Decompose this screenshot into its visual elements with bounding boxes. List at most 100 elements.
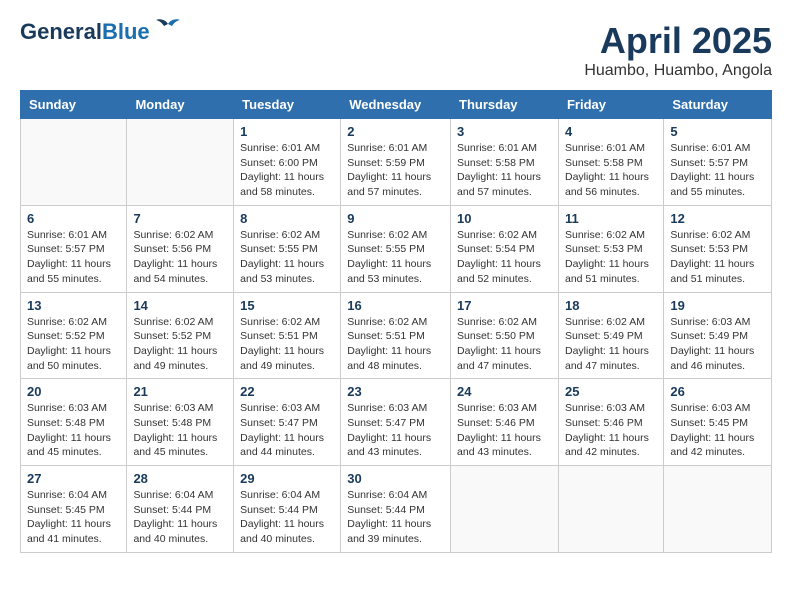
day-number: 12 (670, 211, 765, 226)
calendar-day-cell: 8Sunrise: 6:02 AMSunset: 5:55 PMDaylight… (234, 205, 341, 292)
calendar-day-cell: 26 Sunrise: 6:03 AMSunset: 5:45 PMDayligh… (664, 379, 772, 466)
day-number: 6 (27, 211, 120, 226)
day-number: 2 (347, 124, 444, 139)
day-info: Sunrise: 6:03 AMSunset: 5:47 PMDaylight:… (240, 401, 334, 460)
calendar-week-row: 27Sunrise: 6:04 AMSunset: 5:45 PMDayligh… (21, 466, 772, 553)
day-info: Sunrise: 6:03 AMSunset: 5:48 PMDaylight:… (27, 401, 120, 460)
day-info: Sunrise: 6:02 AMSunset: 5:54 PMDaylight:… (457, 228, 552, 287)
calendar-day-cell: 28Sunrise: 6:04 AMSunset: 5:44 PMDayligh… (127, 466, 234, 553)
day-info: Sunrise: 6:02 AMSunset: 5:55 PMDaylight:… (240, 228, 334, 287)
day-info: Sunrise: 6:02 AMSunset: 5:49 PMDaylight:… (565, 315, 657, 374)
calendar-day-cell: 30Sunrise: 6:04 AMSunset: 5:44 PMDayligh… (341, 466, 451, 553)
day-number: 25 (565, 384, 657, 399)
day-number: 13 (27, 298, 120, 313)
calendar-day-cell: 24 Sunrise: 6:03 AMSunset: 5:46 PMDayligh… (451, 379, 559, 466)
page-header: GeneralBlue April 2025 Huambo, Huambo, A… (20, 20, 772, 80)
day-number: 19 (670, 298, 765, 313)
day-info: Sunrise: 6:02 AMSunset: 5:52 PMDaylight:… (27, 315, 120, 374)
day-number: 24 (457, 384, 552, 399)
calendar-week-row: 6 Sunrise: 6:01 AMSunset: 5:57 PMDaylight… (21, 205, 772, 292)
calendar-day-cell: 13 Sunrise: 6:02 AMSunset: 5:52 PMDayligh… (21, 292, 127, 379)
day-info: Sunrise: 6:02 AMSunset: 5:56 PMDaylight:… (133, 228, 227, 287)
day-number: 10 (457, 211, 552, 226)
day-info: Sunrise: 6:02 AMSunset: 5:51 PMDaylight:… (240, 315, 334, 374)
calendar-day-cell (558, 466, 663, 553)
day-number: 4 (565, 124, 657, 139)
location: Huambo, Huambo, Angola (584, 62, 772, 80)
day-info: Sunrise: 6:01 AMSunset: 5:57 PMDaylight:… (27, 228, 120, 287)
calendar-day-cell: 12 Sunrise: 6:02 AMSunset: 5:53 PMDayligh… (664, 205, 772, 292)
month-year: April 2025 (584, 20, 772, 62)
calendar-day-cell (21, 119, 127, 206)
day-info: Sunrise: 6:01 AMSunset: 5:58 PMDaylight:… (565, 141, 657, 200)
calendar-day-cell: 22 Sunrise: 6:03 AMSunset: 5:47 PMDayligh… (234, 379, 341, 466)
calendar-table: SundayMondayTuesdayWednesdayThursdayFrid… (20, 90, 772, 553)
day-number: 7 (133, 211, 227, 226)
weekday-header: Wednesday (341, 91, 451, 119)
calendar-day-cell: 9Sunrise: 6:02 AMSunset: 5:55 PMDaylight… (341, 205, 451, 292)
logo: GeneralBlue (20, 20, 182, 44)
day-info: Sunrise: 6:01 AMSunset: 6:00 PMDaylight:… (240, 141, 334, 200)
day-info: Sunrise: 6:01 AMSunset: 5:58 PMDaylight:… (457, 141, 552, 200)
day-info: Sunrise: 6:02 AMSunset: 5:52 PMDaylight:… (133, 315, 227, 374)
weekday-header: Friday (558, 91, 663, 119)
day-info: Sunrise: 6:01 AMSunset: 5:57 PMDaylight:… (670, 141, 765, 200)
weekday-header: Sunday (21, 91, 127, 119)
day-number: 21 (133, 384, 227, 399)
calendar-day-cell: 3 Sunrise: 6:01 AMSunset: 5:58 PMDaylight… (451, 119, 559, 206)
day-info: Sunrise: 6:03 AMSunset: 5:48 PMDaylight:… (133, 401, 227, 460)
day-number: 20 (27, 384, 120, 399)
calendar-day-cell: 16 Sunrise: 6:02 AMSunset: 5:51 PMDayligh… (341, 292, 451, 379)
day-number: 15 (240, 298, 334, 313)
day-number: 16 (347, 298, 444, 313)
day-info: Sunrise: 6:02 AMSunset: 5:51 PMDaylight:… (347, 315, 444, 374)
day-info: Sunrise: 6:03 AMSunset: 5:45 PMDaylight:… (670, 401, 765, 460)
day-number: 22 (240, 384, 334, 399)
calendar-day-cell: 29Sunrise: 6:04 AMSunset: 5:44 PMDayligh… (234, 466, 341, 553)
calendar-day-cell: 18Sunrise: 6:02 AMSunset: 5:49 PMDayligh… (558, 292, 663, 379)
calendar-day-cell: 19 Sunrise: 6:03 AMSunset: 5:49 PMDayligh… (664, 292, 772, 379)
day-number: 14 (133, 298, 227, 313)
day-number: 11 (565, 211, 657, 226)
day-info: Sunrise: 6:03 AMSunset: 5:49 PMDaylight:… (670, 315, 765, 374)
calendar-day-cell (127, 119, 234, 206)
calendar-day-cell: 2Sunrise: 6:01 AMSunset: 5:59 PMDaylight… (341, 119, 451, 206)
day-info: Sunrise: 6:04 AMSunset: 5:44 PMDaylight:… (133, 488, 227, 547)
calendar-week-row: 1Sunrise: 6:01 AMSunset: 6:00 PMDaylight… (21, 119, 772, 206)
weekday-header: Thursday (451, 91, 559, 119)
calendar-day-cell (664, 466, 772, 553)
weekday-header: Tuesday (234, 91, 341, 119)
calendar-week-row: 20 Sunrise: 6:03 AMSunset: 5:48 PMDayligh… (21, 379, 772, 466)
calendar-day-cell (451, 466, 559, 553)
calendar-day-cell: 7 Sunrise: 6:02 AMSunset: 5:56 PMDaylight… (127, 205, 234, 292)
calendar-day-cell: 11 Sunrise: 6:02 AMSunset: 5:53 PMDayligh… (558, 205, 663, 292)
day-number: 17 (457, 298, 552, 313)
day-info: Sunrise: 6:02 AMSunset: 5:53 PMDaylight:… (670, 228, 765, 287)
calendar-day-cell: 1Sunrise: 6:01 AMSunset: 6:00 PMDaylight… (234, 119, 341, 206)
calendar-day-cell: 10 Sunrise: 6:02 AMSunset: 5:54 PMDayligh… (451, 205, 559, 292)
calendar-day-cell: 20 Sunrise: 6:03 AMSunset: 5:48 PMDayligh… (21, 379, 127, 466)
day-info: Sunrise: 6:04 AMSunset: 5:44 PMDaylight:… (240, 488, 334, 547)
day-number: 30 (347, 471, 444, 486)
day-number: 3 (457, 124, 552, 139)
day-number: 26 (670, 384, 765, 399)
day-info: Sunrise: 6:03 AMSunset: 5:46 PMDaylight:… (457, 401, 552, 460)
calendar-day-cell: 14 Sunrise: 6:02 AMSunset: 5:52 PMDayligh… (127, 292, 234, 379)
calendar-day-cell: 15 Sunrise: 6:02 AMSunset: 5:51 PMDayligh… (234, 292, 341, 379)
calendar-header: SundayMondayTuesdayWednesdayThursdayFrid… (21, 91, 772, 119)
calendar-day-cell: 27Sunrise: 6:04 AMSunset: 5:45 PMDayligh… (21, 466, 127, 553)
weekday-header: Monday (127, 91, 234, 119)
calendar-day-cell: 25 Sunrise: 6:03 AMSunset: 5:46 PMDayligh… (558, 379, 663, 466)
day-info: Sunrise: 6:03 AMSunset: 5:46 PMDaylight:… (565, 401, 657, 460)
calendar-day-cell: 23Sunrise: 6:03 AMSunset: 5:47 PMDayligh… (341, 379, 451, 466)
calendar-day-cell: 5 Sunrise: 6:01 AMSunset: 5:57 PMDaylight… (664, 119, 772, 206)
day-info: Sunrise: 6:02 AMSunset: 5:50 PMDaylight:… (457, 315, 552, 374)
calendar-day-cell: 4 Sunrise: 6:01 AMSunset: 5:58 PMDaylight… (558, 119, 663, 206)
day-info: Sunrise: 6:02 AMSunset: 5:55 PMDaylight:… (347, 228, 444, 287)
title-block: April 2025 Huambo, Huambo, Angola (584, 20, 772, 80)
day-info: Sunrise: 6:02 AMSunset: 5:53 PMDaylight:… (565, 228, 657, 287)
day-number: 5 (670, 124, 765, 139)
calendar-body: 1Sunrise: 6:01 AMSunset: 6:00 PMDaylight… (21, 119, 772, 553)
calendar-day-cell: 6 Sunrise: 6:01 AMSunset: 5:57 PMDaylight… (21, 205, 127, 292)
calendar-week-row: 13 Sunrise: 6:02 AMSunset: 5:52 PMDayligh… (21, 292, 772, 379)
